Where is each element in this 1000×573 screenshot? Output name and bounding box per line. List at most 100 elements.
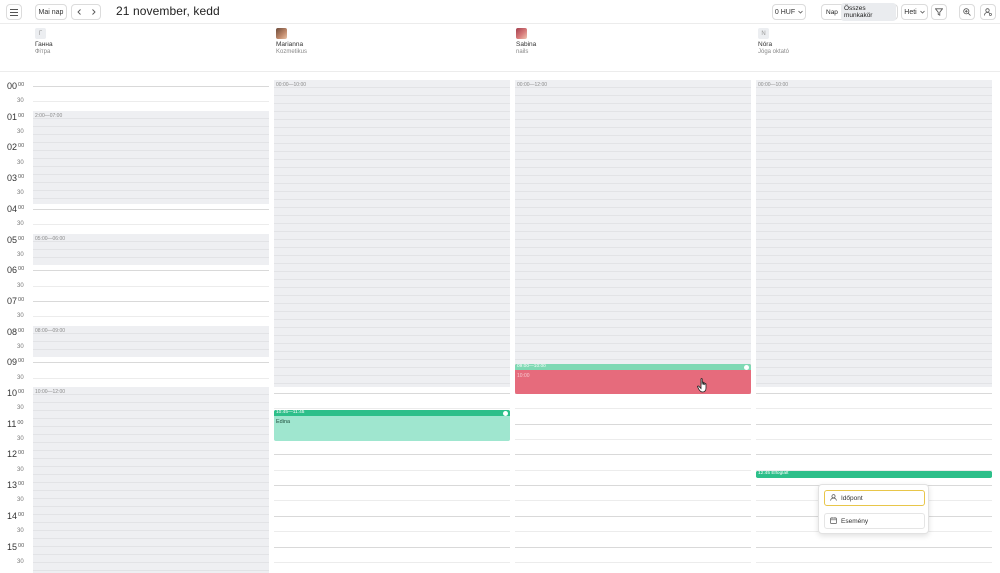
filter-button[interactable]	[931, 4, 947, 20]
minute-value: 00	[18, 511, 25, 518]
hour-label: 1000	[7, 388, 24, 398]
week-dropdown[interactable]: Heti	[901, 4, 928, 20]
half-hour-label: 30	[17, 374, 24, 381]
hour-gridline	[33, 86, 269, 87]
calendar-icon	[830, 516, 841, 526]
hour-label: 0800	[7, 327, 24, 337]
menu-button[interactable]	[6, 4, 22, 20]
half-hour-label: 30	[17, 313, 24, 320]
hour-label: 0400	[7, 204, 24, 214]
hour-gridline	[515, 515, 751, 517]
chevron-left-icon[interactable]	[76, 9, 82, 15]
half-hour-gridline	[33, 316, 269, 318]
currency-label: 0 HUF	[774, 8, 796, 16]
hour-gridline	[274, 454, 510, 456]
hamburger-icon	[10, 8, 18, 16]
hour-label: 1300	[7, 480, 24, 490]
page-title: 21 november, kedd	[116, 4, 220, 18]
hour-label: 1200	[7, 449, 24, 459]
avatar: N	[758, 28, 769, 39]
hour-label: 0300	[7, 173, 24, 183]
staff-column-header[interactable]: Г Ганна Фітра	[35, 28, 53, 55]
minute-value: 00	[18, 358, 25, 365]
half-hour-gridline	[515, 561, 751, 563]
minute-value: 00	[18, 204, 25, 211]
staff-day-column[interactable]: 00:00—10:00 10:45—11:45 Edina	[274, 80, 510, 573]
chevron-right-icon[interactable]	[91, 9, 96, 15]
unavailable-block: 10:00—12:00	[33, 387, 269, 573]
create-appointment-option[interactable]: Időpont	[824, 490, 925, 506]
staff-column-header[interactable]: N Nóra Jóga oktató	[758, 28, 789, 55]
calendar-app: Mai nap 21 november, kedd 0 HUF Nap Össz…	[0, 0, 1000, 573]
create-popup-menu: Időpont Esemény	[818, 484, 929, 534]
hour-gridline	[33, 362, 269, 364]
hour-gridline	[33, 208, 269, 210]
unavailable-block: 00:00—10:00	[756, 80, 992, 387]
staff-column-header[interactable]: Sabina nails	[516, 28, 536, 55]
block-time-label: 00:00—10:00	[276, 82, 307, 88]
half-hour-gridline	[515, 531, 751, 533]
half-hour-label: 30	[17, 221, 24, 228]
half-hour-label: 30	[17, 129, 24, 136]
half-hour-label: 30	[17, 558, 24, 565]
hour-gridline	[33, 270, 269, 272]
half-hour-label: 30	[17, 159, 24, 166]
chevron-down-icon	[798, 10, 803, 14]
user-gear-icon	[984, 8, 992, 16]
half-hour-gridline	[33, 377, 269, 379]
week-label: Heti	[904, 8, 917, 16]
block-time-label: 2:00—07:00	[35, 113, 63, 119]
today-button[interactable]: Mai nap	[35, 4, 67, 20]
date-nav	[71, 4, 101, 20]
half-hour-label: 30	[17, 251, 24, 258]
half-hour-gridline	[274, 561, 510, 563]
unavailable-block: 05:00—06:00	[33, 234, 269, 265]
currency-dropdown[interactable]: 0 HUF	[772, 4, 806, 20]
hour-gridline	[274, 393, 510, 394]
hour-label: 0600	[7, 265, 24, 275]
half-hour-gridline	[274, 469, 510, 471]
unavailable-block: 08:00—09:00	[33, 326, 269, 357]
option-label: Esemény	[841, 517, 869, 525]
half-hour-label: 30	[17, 436, 24, 443]
half-hour-gridline	[756, 561, 992, 563]
minute-value: 00	[18, 82, 25, 88]
staff-name: Nóra	[758, 41, 773, 48]
minute-value: 00	[18, 266, 25, 273]
half-hour-gridline	[515, 439, 751, 441]
hour-label: 0000	[7, 81, 24, 91]
user-icon	[830, 493, 841, 503]
minute-value: 00	[18, 143, 25, 150]
hour-value: 09	[7, 357, 18, 368]
busy-event[interactable]: 12:45 Elfoglalt	[756, 471, 992, 478]
hour-label: 0700	[7, 296, 24, 306]
avatar	[516, 28, 527, 39]
zoom-in-icon	[963, 8, 971, 16]
staff-settings-button[interactable]	[980, 4, 996, 20]
option-label: Időpont	[841, 494, 863, 502]
staff-role: Фітра	[35, 49, 51, 55]
event-time: 12:45 Elfoglalt	[756, 471, 992, 477]
staff-day-column[interactable]: 2:00—07:00 05:00—06:00 08:00—09:00 10:00…	[33, 80, 269, 573]
hour-gridline	[515, 423, 751, 425]
hour-gridline	[274, 485, 510, 487]
appointment-event[interactable]: 10:45—11:45 Edina	[274, 410, 510, 441]
hour-value: 04	[7, 203, 18, 214]
view-filter-tab[interactable]: Összes munkakör	[840, 3, 896, 21]
staff-day-column[interactable]: 00:00—12:00 09:00—10:00 10:00	[515, 80, 751, 573]
hour-gridline	[515, 546, 751, 548]
hour-label: 1100	[7, 419, 23, 429]
staff-column-header[interactable]: Marianna Kozmetikus	[276, 28, 307, 55]
block-time-label: 08:00—09:00	[35, 328, 66, 334]
create-event-option[interactable]: Esemény	[824, 513, 925, 529]
hour-gridline	[756, 393, 992, 394]
view-day-tab[interactable]: Nap	[823, 7, 841, 18]
block-time-label: 10:00—12:00	[35, 389, 66, 395]
hour-value: 00	[7, 81, 18, 91]
zoom-button[interactable]	[959, 4, 975, 20]
half-hour-gridline	[274, 500, 510, 502]
hour-value: 07	[7, 295, 18, 306]
appointment-event[interactable]: 09:00—10:00 10:00	[515, 364, 751, 394]
hour-value: 01	[7, 111, 18, 122]
hour-value: 10	[7, 388, 18, 398]
